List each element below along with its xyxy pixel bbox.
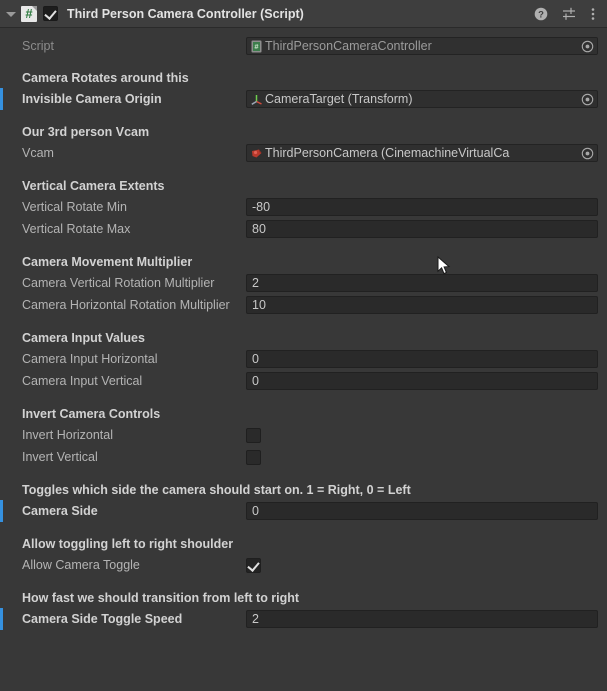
number-input-camera-side-toggle-speed[interactable]: 2 — [246, 610, 598, 628]
property-row-invisible-camera-origin: Invisible Camera Origin CameraTarget (Tr… — [0, 88, 607, 110]
number-input-camera-horizontal-rotation-multiplier[interactable]: 10 — [246, 296, 598, 314]
number-input-vertical-rotate-min[interactable]: -80 — [246, 198, 598, 216]
number-input-camera-input-vertical[interactable]: 0 — [246, 372, 598, 390]
property-label-camera-input-vertical: Camera Input Vertical — [22, 374, 143, 388]
property-row-invert-horizontal: Invert Horizontal — [0, 424, 607, 446]
header-icon-group: ? — [534, 7, 601, 21]
property-label-camera-side-toggle-speed: Camera Side Toggle Speed — [22, 612, 183, 626]
number-input-camera-input-horizontal[interactable]: 0 — [246, 350, 598, 368]
section-header-text: Camera Rotates around this — [22, 71, 189, 85]
number-input-camera-vertical-rotation-multiplier[interactable]: 2 — [246, 274, 598, 292]
section-header-text: Vertical Camera Extents — [22, 179, 165, 193]
preset-settings-icon[interactable] — [562, 7, 577, 21]
section-header-text: Toggles which side the camera should sta… — [22, 483, 411, 497]
object-picker-icon[interactable] — [578, 38, 597, 54]
property-row-camera-vertical-rotation-multiplier: Camera Vertical Rotation Multiplier 2 — [0, 272, 607, 294]
property-label-allow-camera-toggle: Allow Camera Toggle — [22, 558, 140, 572]
property-label-invisible-camera-origin: Invisible Camera Origin — [22, 92, 162, 106]
object-picker-icon[interactable] — [578, 145, 597, 161]
inspector-panel: # Third Person Camera Controller (Script… — [0, 0, 607, 691]
component-enabled-checkbox[interactable] — [43, 6, 58, 21]
property-label-camera-input-horizontal: Camera Input Horizontal — [22, 352, 158, 366]
section-header-allow-camera-toggle: Allow toggling left to right shoulder — [0, 534, 607, 554]
svg-text:?: ? — [538, 9, 544, 20]
section-header-text: Invert Camera Controls — [22, 407, 161, 421]
object-field-value: CameraTarget (Transform) — [265, 92, 413, 106]
property-row-camera-input-horizontal: Camera Input Horizontal 0 — [0, 348, 607, 370]
csharp-script-icon: # — [250, 40, 263, 53]
script-object-value: ThirdPersonCameraController — [265, 39, 432, 53]
section-header-camera-rotates: Camera Rotates around this — [0, 68, 607, 88]
component-header[interactable]: # Third Person Camera Controller (Script… — [0, 0, 607, 28]
property-label-invert-vertical: Invert Vertical — [22, 450, 98, 464]
inspector-body: Script # ThirdPersonCameraController Cam… — [0, 28, 607, 630]
triangle-down-icon[interactable] — [4, 7, 18, 21]
section-header-text: Camera Movement Multiplier — [22, 255, 193, 269]
csharp-script-icon: # — [21, 5, 37, 22]
property-row-allow-camera-toggle: Allow Camera Toggle — [0, 554, 607, 576]
section-header-text: How fast we should transition from left … — [22, 591, 300, 605]
cinemachine-camera-icon — [250, 147, 263, 160]
section-header-text: Allow toggling left to right shoulder — [22, 537, 234, 551]
section-header-text: Camera Input Values — [22, 331, 145, 345]
property-row-camera-side: Camera Side 0 — [0, 500, 607, 522]
property-row-camera-input-vertical: Camera Input Vertical 0 — [0, 370, 607, 392]
transform-axis-icon — [250, 93, 263, 106]
component-title: Third Person Camera Controller (Script) — [67, 6, 304, 21]
property-row-script: Script # ThirdPersonCameraController — [0, 36, 607, 56]
property-label-invert-horizontal: Invert Horizontal — [22, 428, 114, 442]
check-icon — [44, 7, 57, 20]
object-field-value: ThirdPersonCamera (CinemachineVirtualCa — [265, 146, 510, 160]
prefab-override-bar — [0, 88, 3, 110]
property-label-camera-vertical-rotation-multiplier: Camera Vertical Rotation Multiplier — [22, 276, 215, 290]
checkbox-invert-horizontal[interactable] — [246, 427, 261, 443]
section-header-camera-movement-multiplier: Camera Movement Multiplier — [0, 252, 607, 272]
property-row-vertical-rotate-max: Vertical Rotate Max 80 — [0, 218, 607, 240]
property-label-vertical-rotate-max: Vertical Rotate Max — [22, 222, 131, 236]
number-input-camera-side[interactable]: 0 — [246, 502, 598, 520]
section-header-camera-input-values: Camera Input Values — [0, 328, 607, 348]
property-label-vertical-rotate-min: Vertical Rotate Min — [22, 200, 127, 214]
property-label-camera-horizontal-rotation-multiplier: Camera Horizontal Rotation Multiplier — [22, 298, 230, 312]
object-picker-icon[interactable] — [578, 91, 597, 107]
prefab-override-bar — [0, 500, 3, 522]
section-header-camera-side: Toggles which side the camera should sta… — [0, 480, 607, 500]
property-label-vcam: Vcam — [22, 146, 54, 160]
section-header-vertical-camera-extents: Vertical Camera Extents — [0, 176, 607, 196]
checkbox-allow-camera-toggle[interactable] — [246, 557, 261, 573]
property-row-vertical-rotate-min: Vertical Rotate Min -80 — [0, 196, 607, 218]
section-header-our-3rd-person-vcam: Our 3rd person Vcam — [0, 122, 607, 142]
number-input-vertical-rotate-max[interactable]: 80 — [246, 220, 598, 238]
help-icon[interactable]: ? — [534, 7, 548, 21]
section-header-invert-camera-controls: Invert Camera Controls — [0, 404, 607, 424]
section-header-camera-side-toggle-speed: How fast we should transition from left … — [0, 588, 607, 608]
object-field-invisible-camera-origin[interactable]: CameraTarget (Transform) — [246, 90, 598, 108]
property-row-camera-side-toggle-speed: Camera Side Toggle Speed 2 — [0, 608, 607, 630]
property-row-camera-horizontal-rotation-multiplier: Camera Horizontal Rotation Multiplier 10 — [0, 294, 607, 316]
prefab-override-bar — [0, 608, 3, 630]
check-icon — [247, 558, 260, 572]
more-options-icon[interactable] — [591, 7, 595, 21]
checkbox-invert-vertical[interactable] — [246, 449, 261, 465]
property-label-script: Script — [22, 39, 54, 53]
script-object-field[interactable]: # ThirdPersonCameraController — [246, 37, 598, 55]
object-field-vcam[interactable]: ThirdPersonCamera (CinemachineVirtualCa — [246, 144, 598, 162]
section-header-text: Our 3rd person Vcam — [22, 125, 150, 139]
property-row-invert-vertical: Invert Vertical — [0, 446, 607, 468]
property-label-camera-side: Camera Side — [22, 504, 98, 518]
property-row-vcam: Vcam ThirdPersonCamera (CinemachineVirtu… — [0, 142, 607, 164]
